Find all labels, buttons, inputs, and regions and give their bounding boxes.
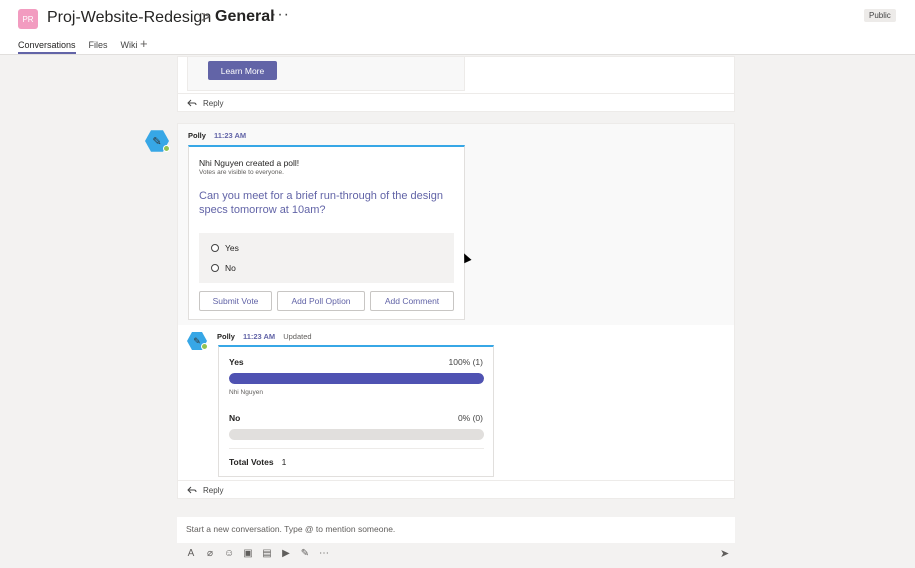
sticker-icon[interactable]: ▤ [262,548,272,559]
submit-vote-button[interactable]: Submit Vote [199,291,272,311]
format-icon[interactable]: A [186,548,196,559]
radio-button[interactable] [211,244,219,252]
team-name[interactable]: Proj-Website-Redesign [47,9,211,27]
message-header: Polly 11:23 AM [188,131,246,140]
message-thread: Learn More Reply [177,56,735,112]
add-tab-icon[interactable]: + [140,36,148,51]
total-votes-value: 1 [281,457,287,467]
poll-card: Nhi Nguyen created a poll! Votes are vis… [188,145,465,320]
bot-avatar[interactable]: ✎ [187,331,208,351]
total-votes: Total Votes 1 [229,457,286,467]
result-bar-fill [229,373,484,384]
reply-label: Reply [203,98,224,108]
result-bar [229,373,484,384]
reply-label: Reply [203,485,224,495]
add-comment-button[interactable]: Add Comment [370,291,454,311]
reply-icon [187,486,197,494]
breadcrumb-chevron-icon: > [201,9,211,26]
more-options-icon[interactable]: ··· [271,6,290,24]
timestamp: 11:23 AM [242,332,276,341]
result-label: No [229,413,241,423]
polly-app-icon[interactable]: ✎ [300,548,310,559]
visibility-badge: Public [864,9,896,22]
reply-button[interactable]: Reply [178,480,734,499]
attach-icon[interactable]: ⌀ [205,548,215,559]
poll-results-card: Yes 100% (1) Nhi Nguyen No 0% (0) Total … [218,345,494,477]
online-status-icon [163,145,170,152]
learn-more-button[interactable]: Learn More [208,61,277,80]
sender-name: Polly [188,131,206,140]
message-header: Polly 11:23 AM Updated [217,332,312,341]
updated-label: Updated [283,332,312,341]
option-label: No [225,263,236,273]
add-poll-option-button[interactable]: Add Poll Option [277,291,365,311]
poll-option-yes[interactable]: Yes [211,243,239,253]
radio-button[interactable] [211,264,219,272]
divider [229,448,484,449]
tab-wiki[interactable]: Wiki [121,40,138,54]
option-label: Yes [225,243,239,253]
timestamp: 11:23 AM [213,131,247,140]
message-thread: Polly 11:23 AM Nhi Nguyen created a poll… [177,123,735,499]
reply-icon [187,99,197,107]
voter-name: Nhi Nguyen [229,389,263,396]
compose-toolbar: A ⌀ ☺ ▣ ▤ ▶ ✎ ⋯ [186,548,329,559]
poll-visibility-note: Votes are visible to everyone. [199,169,284,176]
bot-avatar[interactable]: ✎ [145,129,170,153]
tab-conversations[interactable]: Conversations [18,40,76,54]
send-icon[interactable]: ➤ [720,547,729,560]
result-percentage: 100% (1) [448,357,484,367]
online-status-icon [201,343,208,350]
compose-box[interactable]: Start a new conversation. Type @ to ment… [177,517,735,543]
gif-icon[interactable]: ▣ [243,548,253,559]
more-apps-icon[interactable]: ⋯ [319,548,329,559]
poll-message: Polly 11:23 AM Nhi Nguyen created a poll… [178,124,734,325]
tab-files[interactable]: Files [89,40,108,54]
poll-options: Yes No [199,233,454,283]
channel-name: General [215,8,275,25]
poll-question: Can you meet for a brief run-through of … [199,190,443,216]
result-bar [229,429,484,440]
sender-name: Polly [217,332,235,341]
adaptive-card: Learn More [187,57,465,91]
result-label: Yes [229,357,244,367]
poll-option-no[interactable]: No [211,263,236,273]
meet-now-icon[interactable]: ▶ [281,548,291,559]
poll-creator: Nhi Nguyen created a poll! [199,158,300,168]
total-votes-label: Total Votes [229,457,274,467]
channel-header: PR Proj-Website-Redesign > General ··· P… [0,0,915,55]
reply-button[interactable]: Reply [178,93,734,112]
team-avatar[interactable]: PR [18,9,38,29]
emoji-icon[interactable]: ☺ [224,548,234,559]
channel-tabs: Conversations Files Wiki [18,40,138,54]
result-percentage: 0% (0) [457,413,483,423]
